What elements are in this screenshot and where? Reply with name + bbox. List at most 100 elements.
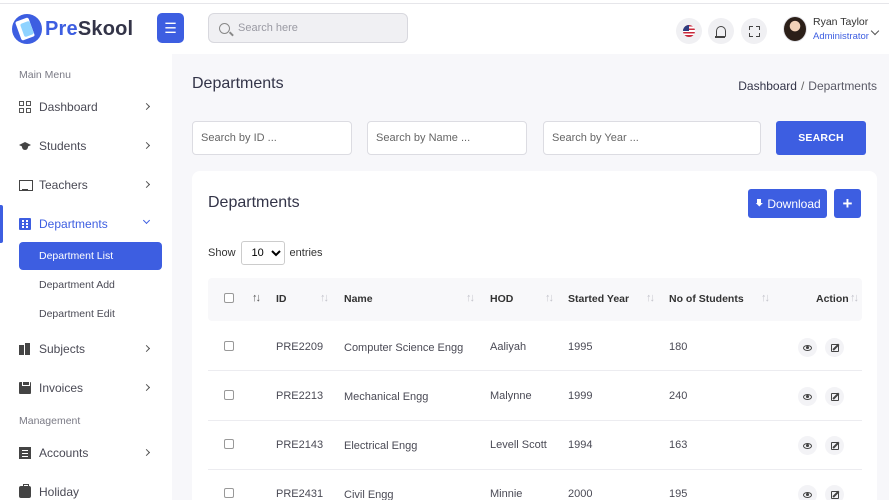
column-header-name[interactable]: Name [344,293,373,305]
column-header-action: Action [816,293,849,305]
edit-button[interactable] [825,436,844,455]
cell-hod: Aaliyah [490,341,527,353]
edit-icon [830,392,839,401]
row-divider [208,469,862,470]
edit-button[interactable] [825,485,844,500]
user-name: Ryan Taylor [813,16,869,28]
row-checkbox[interactable] [224,341,234,351]
row-divider [208,370,862,371]
sort-icon[interactable]: ↑↓ [545,292,554,304]
chevron-right-icon [142,448,151,457]
header-search[interactable] [208,13,408,43]
column-header-students[interactable]: No of Students [669,293,744,305]
search-icon [219,22,230,34]
cell-hod: Levell Scott [490,439,547,451]
sort-icon[interactable]: ↑↓ [850,292,859,304]
row-checkbox[interactable] [224,488,234,498]
notifications-button[interactable] [708,18,734,44]
eye-icon [803,491,812,498]
fullscreen-button[interactable] [741,18,767,44]
sidebar-toggle-button[interactable]: ☰ [157,13,184,43]
cell-id: PRE2431 [276,488,324,500]
cell-name: Computer Science Engg [344,342,464,354]
filter-id-input[interactable] [201,132,351,144]
view-button[interactable] [798,485,817,500]
sidebar-item-holiday[interactable]: Holiday [0,477,172,500]
download-button[interactable]: Download [748,189,827,218]
edit-button[interactable] [825,387,844,406]
filter-name-input[interactable] [376,132,526,144]
sidebar: Main Menu Dashboard Students Teachers De… [0,54,172,500]
view-button[interactable] [798,338,817,357]
sidebar-item-accounts[interactable]: Accounts [0,438,172,468]
sort-icon[interactable]: ↑↓ [466,292,475,304]
sidebar-subitem-department-edit[interactable]: Department Edit [19,300,162,328]
cell-year: 1995 [568,341,593,353]
logo-text: PreSkool [45,17,134,40]
cell-students: 180 [669,341,688,353]
add-department-button[interactable]: + [834,189,861,218]
user-menu[interactable]: Ryan Taylor Administrator [813,16,869,42]
filter-id-field[interactable] [192,121,352,155]
view-button[interactable] [798,387,817,406]
sidebar-item-subjects[interactable]: Subjects [0,334,172,364]
sidebar-item-label: Students [39,139,87,153]
view-button[interactable] [798,436,817,455]
cell-students: 163 [669,439,688,451]
user-role: Administrator [813,31,869,42]
eye-icon [803,393,812,400]
chevron-down-icon[interactable] [870,26,880,36]
sidebar-item-dashboard[interactable]: Dashboard [0,92,172,122]
sidebar-item-students[interactable]: Students [0,131,172,161]
sort-icon[interactable]: ↑↓ [761,292,770,304]
management-title: Management [19,415,81,427]
select-all-checkbox[interactable] [224,293,234,303]
language-button[interactable] [676,18,702,44]
chalkboard-teacher-icon [19,179,33,191]
sidebar-item-departments[interactable]: Departments [0,205,172,243]
column-header-started-year[interactable]: Started Year [568,293,629,305]
search-button[interactable]: SEARCH [776,121,866,155]
page-title: Departments [192,75,284,92]
sort-icon[interactable]: ↑↓ [646,292,655,304]
main-menu-title: Main Menu [19,69,71,81]
cell-name: Civil Engg [344,489,394,500]
cell-year: 1999 [568,390,593,402]
sidebar-subitem-department-add[interactable]: Department Add [19,271,162,299]
chevron-right-icon [142,141,151,150]
entries-select[interactable]: 10 [240,241,285,265]
cell-hod: Malynne [490,390,532,402]
cell-id: PRE2143 [276,439,324,451]
edit-icon [830,441,839,450]
sidebar-subitem-department-list[interactable]: Department List [19,242,162,270]
filter-year-field[interactable] [543,121,761,155]
column-header-hod[interactable]: HOD [490,293,513,305]
user-avatar[interactable] [783,16,807,42]
breadcrumb-home[interactable]: Dashboard [738,79,797,93]
cell-name: Electrical Engg [344,440,418,452]
chevron-right-icon [142,383,151,392]
sort-icon[interactable]: ↑↓ [320,292,329,304]
app-logo[interactable]: PreSkool [12,14,133,44]
sidebar-item-label: Accounts [39,446,89,460]
row-checkbox[interactable] [224,439,234,449]
sidebar-item-label: Subjects [39,342,86,356]
top-header: PreSkool ☰ Ryan Taylor Administrator [0,4,889,54]
cell-id: PRE2213 [276,390,324,402]
row-checkbox[interactable] [224,390,234,400]
sidebar-item-teachers[interactable]: Teachers [0,170,172,200]
sidebar-item-label: Teachers [39,178,88,192]
cell-year: 1994 [568,439,593,451]
cell-name: Mechanical Engg [344,391,429,403]
chevron-down-icon [142,216,151,225]
filter-name-field[interactable] [367,121,527,155]
edit-button[interactable] [825,338,844,357]
sidebar-item-invoices[interactable]: Invoices [0,373,172,403]
column-header-id[interactable]: ID [276,293,287,305]
graduation-cap-icon [19,140,31,152]
sort-icon[interactable]: ↑↓ [252,292,261,304]
row-divider [208,420,862,421]
sidebar-item-label: Dashboard [39,100,98,114]
filter-year-input[interactable] [552,132,760,144]
header-search-input[interactable] [238,22,398,34]
